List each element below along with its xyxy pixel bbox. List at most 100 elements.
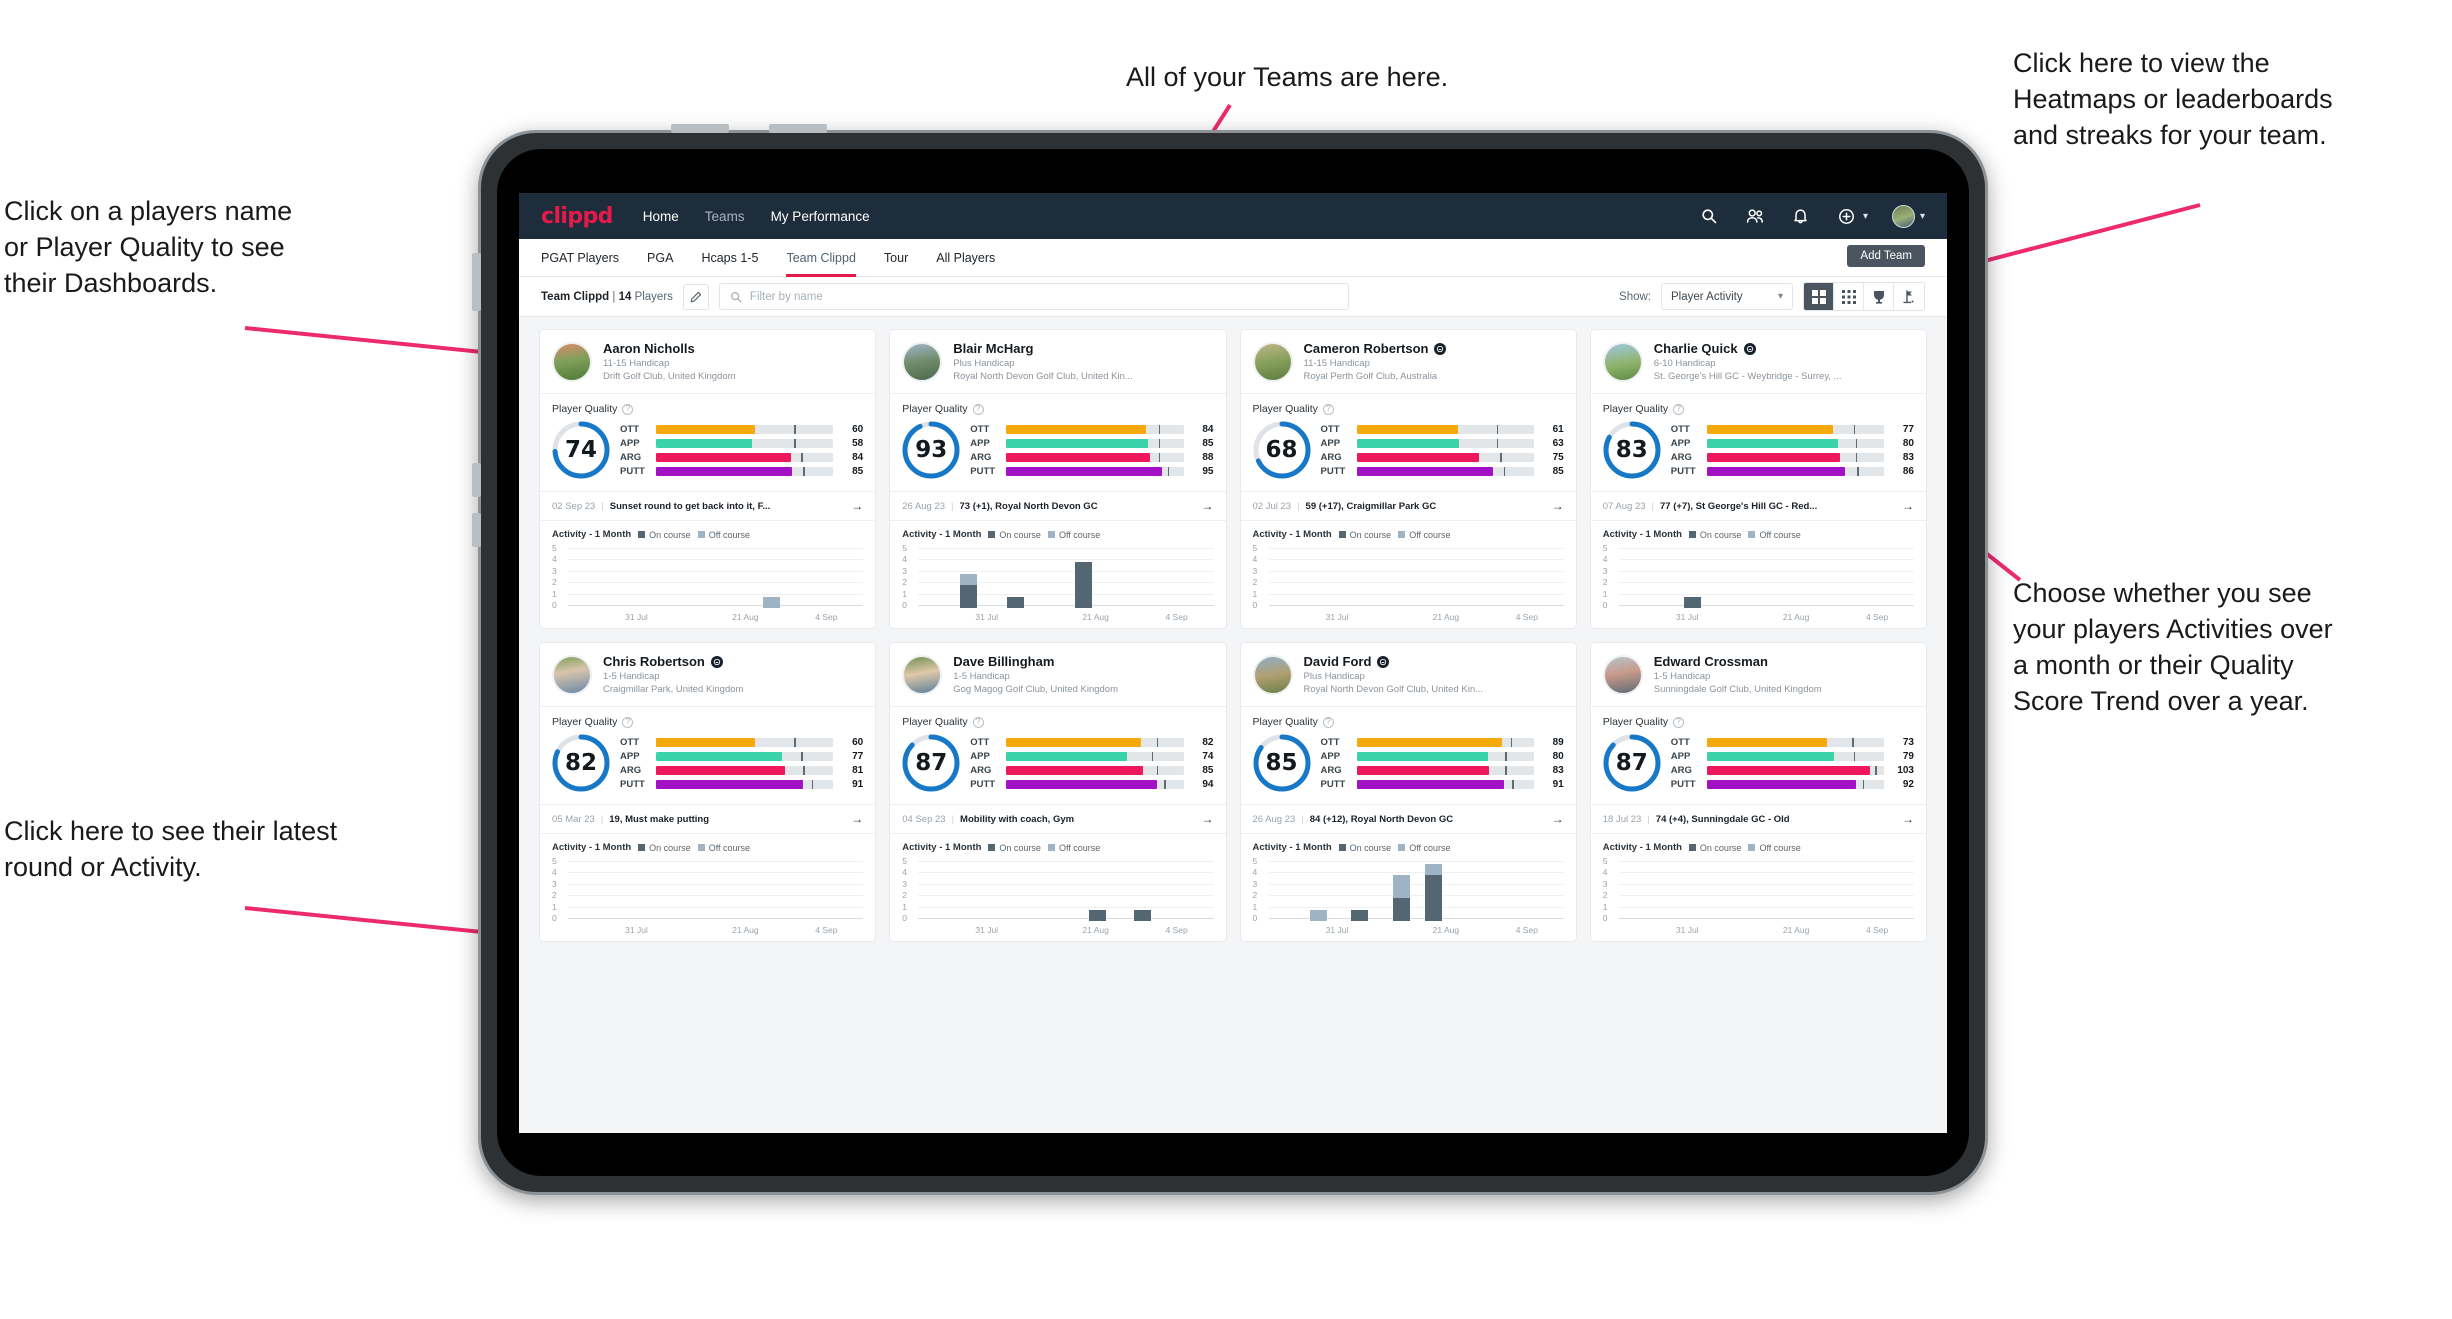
arrow-right-icon[interactable]: → [1202, 812, 1214, 826]
latest-round-row[interactable]: 26 Aug 23 | 84 (+12), Royal North Devon GC… [1240, 804, 1576, 834]
arrow-right-icon[interactable]: → [851, 812, 863, 826]
chart-x-tick: 21 Aug [1782, 925, 1810, 935]
player-card[interactable]: Edward Crossman 1-5 Handicap Sunningdale G… [1589, 642, 1927, 942]
help-icon[interactable]: ? [1322, 716, 1334, 728]
avatar[interactable] [1891, 204, 1915, 228]
player-quality-ring[interactable]: 82 [550, 732, 612, 794]
help-icon[interactable]: ? [1673, 716, 1685, 728]
player-card[interactable]: Aaron Nicholls 11-15 Handicap Drift Golf C… [539, 329, 877, 629]
metric-row: OTT 61 [1321, 424, 1564, 435]
player-quality-ring[interactable]: 68 [1251, 419, 1313, 481]
help-icon[interactable]: ? [1673, 403, 1685, 415]
search-icon[interactable] [1698, 205, 1720, 227]
dense-grid-view-button[interactable] [1834, 283, 1864, 310]
arrow-right-icon[interactable]: → [1902, 812, 1914, 826]
player-card[interactable]: Chris Robertson 1-5 Handicap Craigmillar P… [539, 642, 877, 942]
latest-round-row[interactable]: 18 Jul 23 | 74 (+4), Sunningdale GC - Old → [1590, 804, 1926, 834]
tab-all-players[interactable]: All Players [936, 239, 995, 277]
player-card[interactable]: Dave Billingham 1-5 Handicap Gog Magog Gol… [889, 642, 1227, 942]
player-quality-label: Player Quality [1252, 716, 1318, 728]
player-card[interactable]: Cameron Robertson 11-15 Handicap Royal Per… [1239, 329, 1577, 629]
tab-pga[interactable]: PGA [647, 239, 673, 277]
player-name[interactable]: Aaron Nicholls [603, 341, 736, 356]
player-name[interactable]: Edward Crossman [1654, 654, 1822, 669]
player-card-header[interactable]: Aaron Nicholls 11-15 Handicap Drift Golf C… [540, 330, 875, 393]
show-select[interactable]: Player Activity ▾ [1661, 283, 1793, 310]
player-name[interactable]: Dave Billingham [953, 654, 1118, 669]
player-name[interactable]: David Ford [1304, 654, 1484, 669]
arrow-right-icon[interactable]: → [851, 499, 863, 513]
metric-benchmark-tick [1855, 452, 1858, 462]
help-icon[interactable]: ? [622, 716, 634, 728]
tab-tour[interactable]: Tour [884, 239, 908, 277]
metric-row: OTT 82 [970, 737, 1213, 748]
tab-team-clippd[interactable]: Team Clippd [786, 239, 857, 277]
player-card[interactable]: Blair McHarg Plus Handicap Royal North Dev… [889, 329, 1227, 629]
player-card-header[interactable]: Dave Billingham 1-5 Handicap Gog Magog Gol… [890, 643, 1225, 706]
heatmap-view-button[interactable] [1894, 283, 1924, 310]
help-icon[interactable]: ? [972, 403, 984, 415]
latest-round-row[interactable]: 07 Aug 23 | 77 (+7), St George's Hill GC -… [1590, 491, 1926, 521]
chart-y-tick: 1 [552, 588, 557, 599]
player-card-header[interactable]: Charlie Quick 6-10 Handicap St. George's H… [1591, 330, 1926, 393]
player-card-header[interactable]: Blair McHarg Plus Handicap Royal North Dev… [890, 330, 1225, 393]
tab-pgat-players[interactable]: PGAT Players [541, 239, 619, 277]
add-team-button[interactable]: Add Team [1847, 245, 1925, 267]
metric-label: OTT [1320, 736, 1340, 748]
tab-hcaps-1-5[interactable]: Hcaps 1-5 [701, 239, 758, 277]
chevron-down-icon-profile[interactable]: ▾ [1920, 211, 1925, 222]
player-name[interactable]: Charlie Quick [1654, 341, 1842, 356]
metric-label: OTT [1320, 423, 1340, 435]
chart-x-tick: 4 Sep [1515, 612, 1538, 622]
player-quality-ring[interactable]: 93 [900, 419, 962, 481]
help-icon[interactable]: ? [972, 716, 984, 728]
arrow-right-icon[interactable]: → [1202, 499, 1214, 513]
player-card-header[interactable]: Cameron Robertson 11-15 Handicap Royal Per… [1241, 330, 1576, 393]
grid-view-button[interactable] [1804, 283, 1834, 310]
player-name[interactable]: Chris Robertson [603, 654, 743, 669]
player-quality-ring[interactable]: 85 [1251, 732, 1313, 794]
metric-benchmark-tick [1855, 438, 1858, 448]
plus-circle-icon[interactable] [1836, 205, 1858, 227]
help-icon[interactable]: ? [622, 403, 634, 415]
verified-badge-icon [1434, 342, 1447, 355]
arrow-right-icon[interactable]: → [1902, 499, 1914, 513]
round-separator: | [1297, 500, 1300, 512]
player-name-text: Dave Billingham [953, 654, 1055, 669]
search-input-wrapper[interactable] [718, 283, 1349, 310]
chevron-down-icon-add[interactable]: ▾ [1863, 211, 1868, 222]
player-quality-ring[interactable]: 87 [900, 732, 962, 794]
search-input[interactable] [749, 290, 1338, 303]
arrow-right-icon[interactable]: → [1552, 812, 1564, 826]
nav-link-my-performance[interactable]: My Performance [771, 209, 870, 224]
nav-link-home[interactable]: Home [643, 209, 679, 224]
bell-icon[interactable] [1790, 205, 1812, 227]
latest-round-row[interactable]: 02 Sep 23 | Sunset round to get back into … [540, 491, 876, 521]
player-card[interactable]: David Ford Plus Handicap Royal North Devon… [1239, 642, 1577, 942]
latest-round-row[interactable]: 26 Aug 23 | 73 (+1), Royal North Devon GC → [890, 491, 1226, 521]
app-screen: clippd Home Teams My Performance ▾ ▾ PGA… [519, 193, 1947, 1133]
player-quality-ring[interactable]: 87 [1601, 732, 1663, 794]
latest-round-row[interactable]: 02 Jul 23 | 59 (+17), Craigmillar Park GC → [1240, 491, 1576, 521]
metric-value: 83 [1902, 451, 1914, 463]
metric-track [1356, 779, 1534, 789]
people-icon[interactable] [1744, 205, 1766, 227]
player-card-header[interactable]: Chris Robertson 1-5 Handicap Craigmillar P… [540, 643, 875, 706]
metric-benchmark-tick [1158, 452, 1161, 462]
player-name[interactable]: Cameron Robertson [1304, 341, 1447, 356]
clippd-logo[interactable]: clippd [541, 204, 613, 229]
player-name[interactable]: Blair McHarg [953, 341, 1133, 356]
pencil-icon[interactable] [682, 283, 709, 310]
arrow-right-icon[interactable]: → [1552, 499, 1564, 513]
latest-round-row[interactable]: 04 Sep 23 | Mobility with coach, Gym → [890, 804, 1226, 834]
latest-round-row[interactable]: 05 Mar 23 | 19, Must make putting → [540, 804, 876, 834]
player-card-header[interactable]: David Ford Plus Handicap Royal North Devon… [1241, 643, 1576, 706]
player-quality-ring[interactable]: 74 [550, 419, 612, 481]
chart-y-tick: 1 [902, 588, 907, 599]
help-icon[interactable]: ? [1322, 403, 1334, 415]
leaderboard-view-button[interactable] [1864, 283, 1894, 310]
player-card-header[interactable]: Edward Crossman 1-5 Handicap Sunningdale G… [1591, 643, 1926, 706]
nav-link-teams[interactable]: Teams [705, 209, 745, 224]
player-card[interactable]: Charlie Quick 6-10 Handicap St. George's H… [1589, 329, 1927, 629]
player-quality-ring[interactable]: 83 [1601, 419, 1663, 481]
